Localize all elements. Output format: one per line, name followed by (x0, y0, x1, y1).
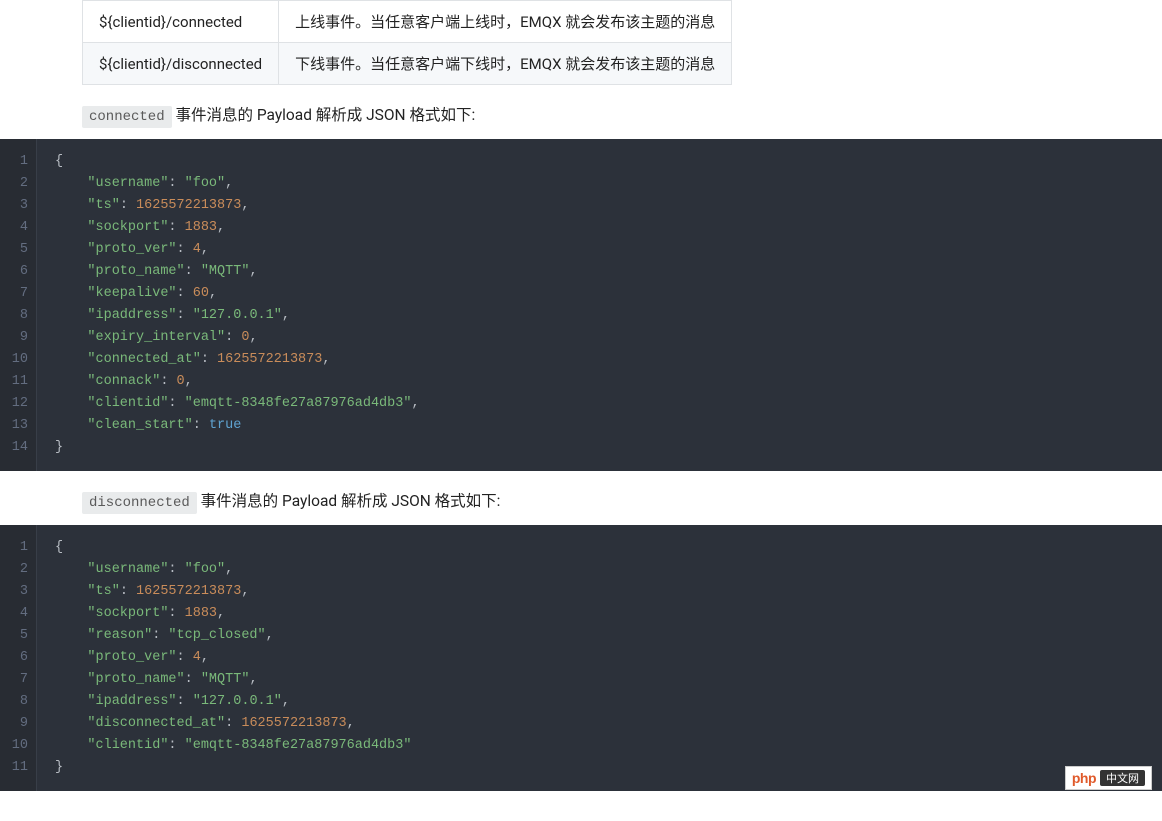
code-block-disconnected: 1234567891011 { "username": "foo", "ts":… (0, 525, 1162, 791)
inline-code: connected (82, 106, 172, 128)
watermark-badge: php 中文网 (1065, 766, 1152, 790)
line-gutter: 1234567891011 (0, 525, 37, 791)
watermark-left: php (1072, 770, 1096, 786)
table-row: ${clientid}/disconnected 下线事件。当任意客户端下线时，… (83, 43, 732, 85)
table-row: ${clientid}/connected 上线事件。当任意客户端上线时，EMQ… (83, 1, 732, 43)
watermark-right: 中文网 (1100, 770, 1145, 786)
connected-desc: connected 事件消息的 Payload 解析成 JSON 格式如下: (82, 103, 1162, 125)
code-content: { "username": "foo", "ts": 1625572213873… (37, 525, 429, 791)
inline-code: disconnected (82, 492, 197, 514)
code-block-connected: 1234567891011121314 { "username": "foo",… (0, 139, 1162, 471)
line-gutter: 1234567891011121314 (0, 139, 37, 471)
disconnected-desc: disconnected 事件消息的 Payload 解析成 JSON 格式如下… (82, 489, 1162, 511)
desc-cell: 上线事件。当任意客户端上线时，EMQX 就会发布该主题的消息 (279, 1, 732, 43)
topic-cell: ${clientid}/disconnected (83, 43, 279, 85)
desc-text: 事件消息的 Payload 解析成 JSON 格式如下: (172, 106, 476, 124)
desc-text: 事件消息的 Payload 解析成 JSON 格式如下: (197, 492, 501, 510)
events-table: ${clientid}/connected 上线事件。当任意客户端上线时，EMQ… (82, 0, 732, 85)
desc-cell: 下线事件。当任意客户端下线时，EMQX 就会发布该主题的消息 (279, 43, 732, 85)
code-content: { "username": "foo", "ts": 1625572213873… (37, 139, 438, 471)
topic-cell: ${clientid}/connected (83, 1, 279, 43)
